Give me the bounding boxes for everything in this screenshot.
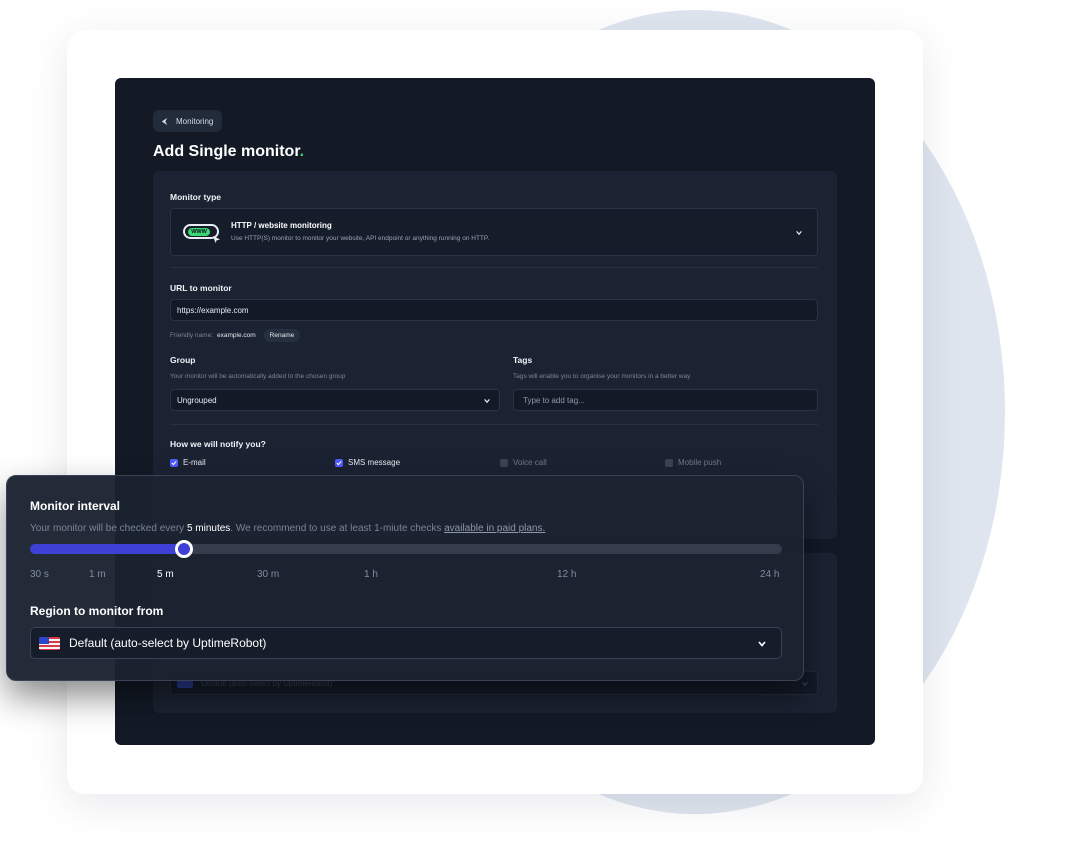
rename-button[interactable]: Rename: [263, 329, 301, 342]
region-select[interactable]: Default (auto-select by UptimeRobot): [30, 627, 782, 659]
group-select-value: Ungrouped: [177, 395, 217, 405]
interval-desc-suffix: . We recommend to use at least 1-miute c…: [230, 523, 442, 534]
page-title-text: Add Single monitor: [153, 143, 300, 160]
group-select[interactable]: Ungrouped: [170, 389, 500, 411]
interval-tick[interactable]: 24 h: [760, 569, 779, 580]
back-arrow-icon: [161, 117, 168, 125]
breadcrumb-back[interactable]: Monitoring: [153, 110, 223, 132]
chevron-down-icon: [796, 231, 802, 236]
interval-title: Monitor interval: [30, 499, 121, 513]
interval-slider-fill: [30, 544, 185, 554]
monitor-type-desc: Use HTTP(S) monitor to monitor your webs…: [231, 235, 490, 242]
notify-push-label: Mobile push: [678, 458, 722, 467]
interval-tick[interactable]: 12 h: [557, 569, 576, 580]
region-select-value: Default (auto-select by UptimeRobot): [69, 636, 267, 650]
region-title: Region to monitor from: [30, 604, 164, 618]
interval-description: Your monitor will be checked every 5 min…: [30, 523, 545, 534]
marketing-stage: Monitoring Add Single monitor. Monitor t…: [0, 0, 1077, 854]
notify-sms-label: SMS message: [348, 458, 401, 467]
chevron-down-icon: [484, 399, 490, 404]
interval-tick[interactable]: 1 m: [89, 569, 106, 580]
group-hint: Your monitor will be automatically added…: [170, 373, 346, 380]
monitor-interval-card: Monitor interval Your monitor will be ch…: [6, 475, 804, 681]
friendly-name-row: Friendly name: example.com Rename: [170, 329, 301, 342]
divider: [170, 267, 818, 268]
checkbox-checked-icon: [170, 458, 178, 467]
monitor-type-title: HTTP / website monitoring: [231, 221, 332, 230]
notify-label: How we will notify you?: [170, 439, 266, 449]
notify-voice-checkbox[interactable]: Voice call: [500, 458, 547, 467]
interval-slider-thumb[interactable]: [175, 540, 194, 558]
friendly-name-value: example.com: [217, 332, 256, 339]
page-title-dot: .: [299, 143, 305, 160]
checkbox-checked-icon: [335, 458, 343, 467]
monitor-type-label: Monitor type: [170, 192, 221, 202]
notify-voice-label: Voice call: [513, 458, 547, 467]
interval-tick[interactable]: 30 m: [257, 569, 279, 580]
url-label: URL to monitor: [170, 283, 232, 293]
url-input[interactable]: https://example.com: [170, 299, 818, 321]
checkbox-disabled-icon: [500, 458, 508, 467]
tags-hint: Tags will enable you to organise your mo…: [513, 373, 691, 380]
breadcrumb-label: Monitoring: [176, 116, 214, 126]
interval-tick[interactable]: 30 s: [30, 569, 49, 580]
cursor-icon: [212, 235, 221, 244]
friendly-name-label: Friendly name:: [170, 332, 213, 339]
notify-sms-checkbox[interactable]: SMS message: [335, 458, 400, 467]
monitor-type-select[interactable]: WWW HTTP / website monitoring Use HTTP(S…: [170, 208, 818, 256]
notify-email-label: E-mail: [183, 458, 206, 467]
chevron-down-icon: [758, 641, 766, 647]
interval-tick-active[interactable]: 5 m: [157, 569, 174, 580]
group-label: Group: [170, 355, 196, 365]
interval-slider-track[interactable]: [30, 540, 782, 558]
flag-icon: [39, 636, 60, 650]
notify-email-checkbox[interactable]: E-mail: [170, 458, 206, 467]
tags-input[interactable]: Type to add tag...: [513, 389, 818, 411]
notify-push-checkbox[interactable]: Mobile push: [665, 458, 721, 467]
page-title: Add Single monitor.: [153, 143, 304, 161]
checkbox-disabled-icon: [665, 458, 673, 467]
paid-plans-link[interactable]: available in paid plans.: [444, 523, 545, 534]
interval-desc-value: 5 minutes: [186, 523, 231, 534]
www-icon: WWW: [183, 224, 221, 244]
tags-label: Tags: [513, 355, 533, 365]
divider: [170, 424, 818, 425]
chevron-down-icon: [802, 682, 808, 687]
interval-tick[interactable]: 1 h: [364, 569, 378, 580]
interval-desc-prefix: Your monitor will be checked every: [30, 523, 185, 534]
www-icon-text: WWW: [188, 228, 210, 236]
